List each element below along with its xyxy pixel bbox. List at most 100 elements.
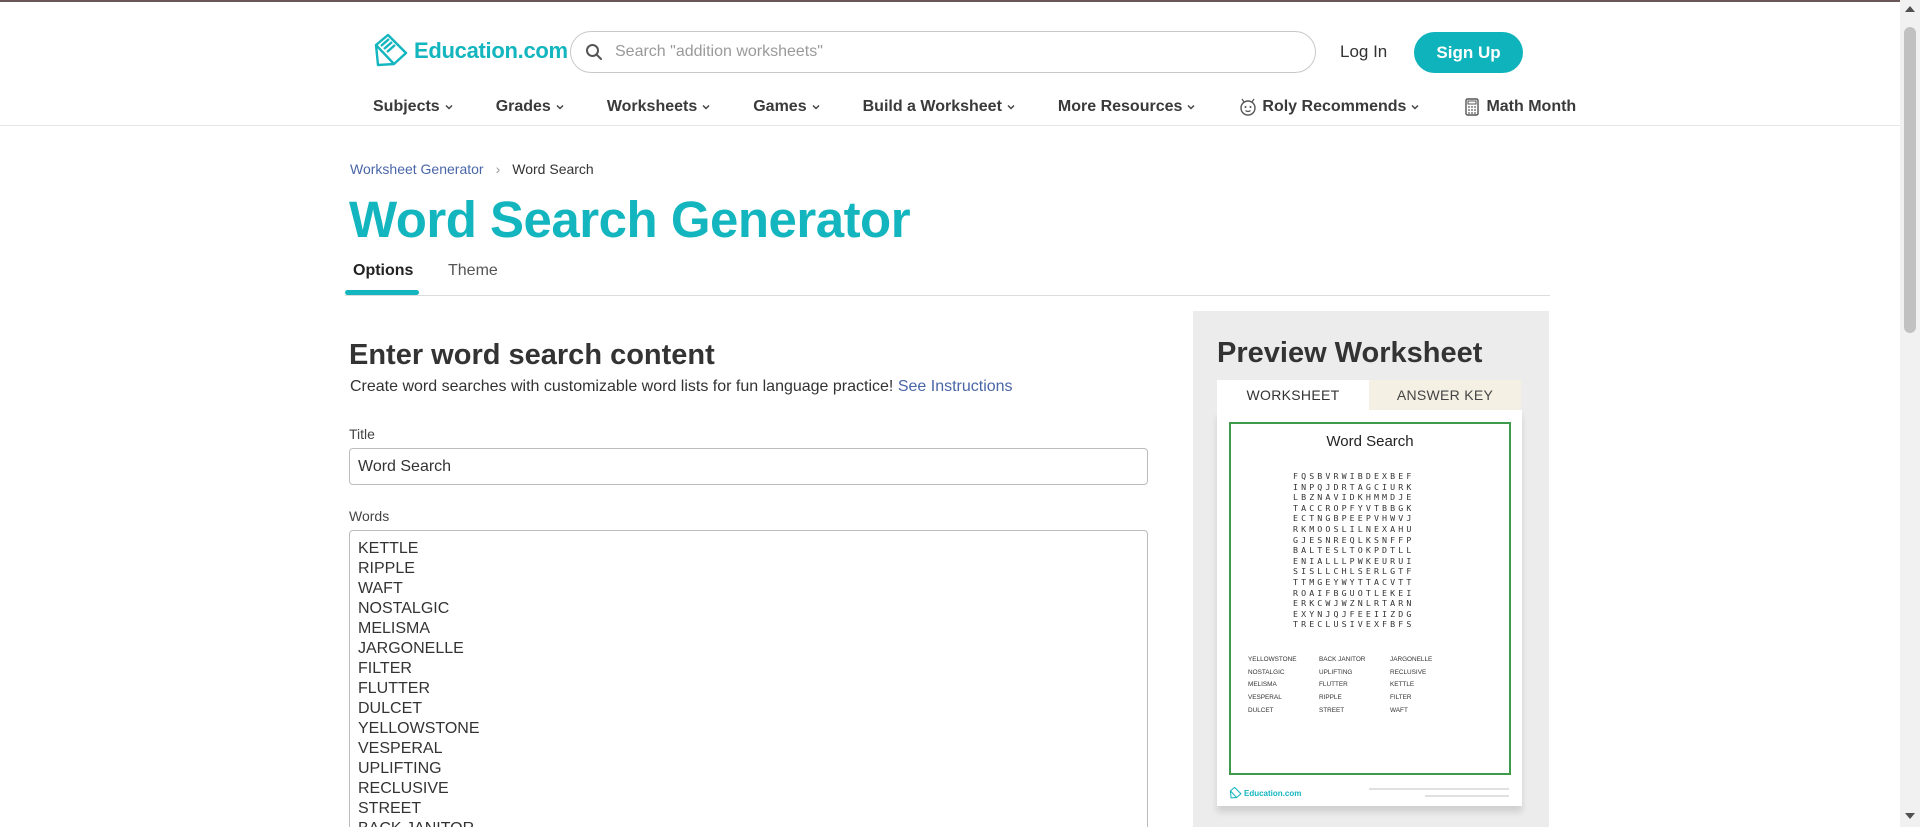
worksheet-footer-logo: Education.com: [1229, 786, 1301, 800]
word-list-item: RIPPLE: [1319, 694, 1342, 702]
breadcrumb-link-worksheet-generator[interactable]: Worksheet Generator: [350, 161, 484, 177]
nav-item-roly-recommends[interactable]: Roly Recommends: [1238, 97, 1420, 117]
grid-row: FQSBVRWIBDEXBEF: [1293, 471, 1415, 481]
preview-tabs: WORKSHEET ANSWER KEY: [1217, 380, 1522, 410]
nav-item-build-a-worksheet[interactable]: Build a Worksheet: [863, 98, 1016, 116]
worksheet-preview: Word Search FQSBVRWIBDEXBEF INPQJDRTAGCIU…: [1217, 410, 1522, 806]
nav-item-label: Roly Recommends: [1262, 98, 1407, 115]
chevron-down-icon: [812, 104, 820, 110]
word-list-column: YELLOWSTONE NOSTALGIC MELISMA VESPERAL DULCE…: [1248, 654, 1319, 718]
word-entry: FILTER: [358, 660, 412, 677]
word-list-item: UPLIFTING: [1319, 668, 1353, 676]
grid-row: TTMGEYWYTTACVTT: [1293, 576, 1415, 587]
breadcrumb-separator-icon: ›: [495, 161, 501, 177]
tab-answer-key[interactable]: ANSWER KEY: [1369, 380, 1521, 410]
word-entry: YELLOWSTONE: [358, 720, 480, 737]
logo-icon: [1229, 786, 1242, 799]
search-bar[interactable]: [570, 31, 1316, 73]
grid-row: TACCROPFYVTBBGK: [1293, 502, 1415, 513]
word-list-item: NOSTALGIC: [1248, 668, 1285, 676]
word-list-item: BACK JANITOR: [1319, 656, 1366, 663]
description-text: Create word searches with customizable w…: [350, 378, 894, 395]
main-nav: Subjects Grades Worksheets Games Build a…: [373, 95, 1618, 119]
nav-item-label: Math Month: [1486, 98, 1577, 115]
preview-title: Preview Worksheet: [1217, 337, 1483, 369]
grid-row: TRECLUSIVEXFBFS: [1293, 619, 1415, 630]
logo-icon: [374, 33, 408, 67]
word-list-item: FILTER: [1390, 694, 1412, 702]
grid-row: ENIALLLPWKEURUI: [1293, 555, 1415, 566]
nav-item-label: Build a Worksheet: [862, 98, 1002, 115]
scrollbar-thumb[interactable]: [1904, 27, 1916, 333]
letter-grid: FQSBVRWIBDEXBEF INPQJDRTAGCIURK LBZNAVIDKH…: [1293, 471, 1414, 630]
worksheet-footer-fine-print: [1369, 788, 1509, 802]
grid-row: INPQJDRTAGCIURK: [1293, 481, 1415, 492]
nav-item-more-resources[interactable]: More Resources: [1058, 98, 1197, 116]
word-list-item: YELLOWSTONE: [1248, 656, 1297, 663]
worksheet-word-list: YELLOWSTONE NOSTALGIC MELISMA VESPERAL DULCE…: [1248, 654, 1461, 718]
word-list-item: WAFT: [1390, 706, 1408, 714]
chevron-down-icon: [702, 104, 710, 110]
nav-item-label: More Resources: [1057, 98, 1183, 115]
tab-theme[interactable]: Theme: [448, 262, 498, 280]
page-title: Word Search Generator: [349, 191, 911, 248]
see-instructions-link[interactable]: See Instructions: [898, 378, 1013, 395]
word-entry: WAFT: [358, 580, 403, 597]
search-input[interactable]: [615, 43, 1295, 61]
word-entry: BACK JANITOR: [358, 819, 1139, 827]
words-textarea[interactable]: KETTLE RIPPLE WAFT NOSTALGIC MELISMA JARGONEL…: [349, 530, 1148, 827]
page-scrollbar[interactable]: [1900, 0, 1920, 827]
chevron-down-icon: [1187, 104, 1195, 110]
word-list-item: STREET: [1319, 706, 1345, 714]
word-entry: DULCET: [358, 700, 423, 717]
section-description: Create word searches with customizable w…: [350, 378, 1013, 396]
nav-item-worksheets[interactable]: Worksheets: [607, 98, 711, 116]
section-title: Enter word search content: [349, 339, 715, 371]
nav-item-grades[interactable]: Grades: [496, 98, 565, 116]
worksheet-title: Word Search: [1326, 433, 1414, 450]
worksheet-frame: Word Search FQSBVRWIBDEXBEF INPQJDRTAGCIU…: [1229, 422, 1511, 775]
search-icon: [586, 44, 602, 60]
nav-item-label: Grades: [495, 98, 551, 115]
nav-item-subjects[interactable]: Subjects: [373, 98, 454, 116]
logo-text: Education.com: [414, 38, 568, 63]
active-tab-indicator: [345, 290, 419, 295]
calculator-icon: [1465, 98, 1480, 116]
chevron-down-icon: [1007, 104, 1015, 110]
chevron-down-icon: [556, 104, 564, 110]
grid-row: ROAIFBGUOTLEKEI: [1293, 587, 1415, 598]
words-label: Words: [349, 508, 390, 524]
signup-button[interactable]: Sign Up: [1414, 32, 1523, 73]
generator-tabs: Options Theme: [345, 262, 1550, 296]
site-header: Education.com Log In Sign Up Subjects Gr…: [0, 2, 1900, 126]
word-entry: MELISMA: [358, 620, 431, 637]
grid-row: RKMOOSLILNEXAHU: [1293, 523, 1415, 534]
tab-options[interactable]: Options: [353, 262, 413, 280]
nav-item-label: Games: [753, 98, 807, 115]
site-logo[interactable]: Education.com: [372, 29, 568, 73]
scroll-down-arrow-icon[interactable]: [1905, 813, 1915, 819]
breadcrumb: Worksheet Generator › Word Search: [350, 161, 594, 177]
word-list-item: KETTLE: [1390, 681, 1415, 689]
word-list-item: DULCET: [1248, 706, 1274, 714]
nav-item-games[interactable]: Games: [753, 98, 820, 116]
login-link[interactable]: Log In: [1340, 42, 1387, 62]
word-entry: STREET: [358, 800, 422, 817]
roly-icon: [1240, 98, 1257, 116]
breadcrumb-current: Word Search: [512, 161, 594, 177]
grid-row: GJESNREQLKSNFFP: [1293, 534, 1415, 545]
title-label: Title: [349, 426, 375, 442]
scroll-up-arrow-icon[interactable]: [1905, 6, 1915, 12]
tab-worksheet[interactable]: WORKSHEET: [1217, 380, 1369, 410]
grid-row: SISLLCHLSERLGTF: [1293, 566, 1415, 577]
grid-row: BALTESLTOKPDTLL: [1293, 545, 1415, 556]
nav-item-label: Subjects: [373, 98, 440, 115]
word-entry: JARGONELLE: [358, 640, 464, 657]
nav-item-math-month[interactable]: Math Month: [1462, 97, 1576, 117]
preview-panel: Preview Worksheet WORKSHEET ANSWER KEY W…: [1193, 311, 1549, 827]
word-entry: RECLUSIVE: [358, 780, 449, 797]
title-input[interactable]: [349, 448, 1148, 485]
word-list-item: MELISMA: [1248, 681, 1277, 689]
word-list-column: JARGONELLE RECLUSIVE KETTLE FILTER WAFT: [1390, 654, 1461, 718]
word-list-column: BACK JANITOR UPLIFTING FLUTTER RIPPLE STREET: [1319, 654, 1390, 718]
